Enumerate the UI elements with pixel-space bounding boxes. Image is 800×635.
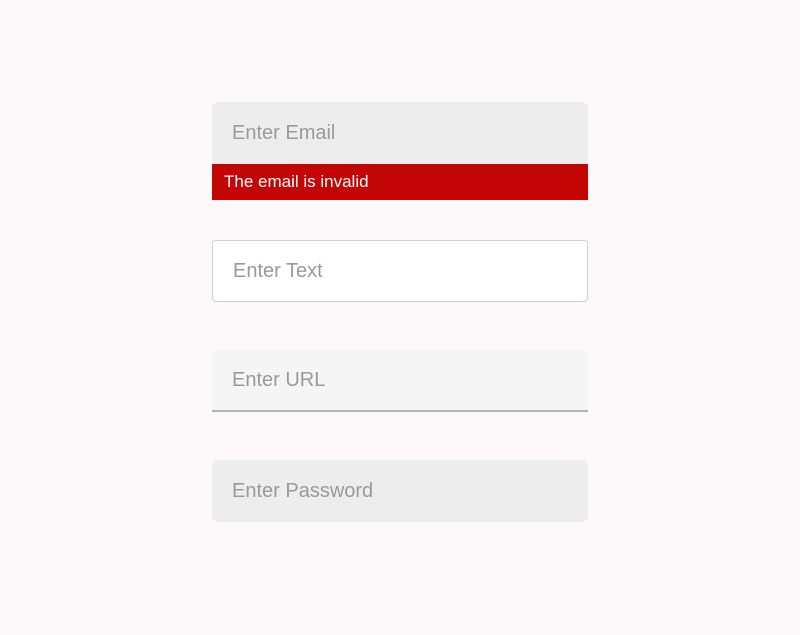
url-input[interactable]	[212, 350, 588, 412]
spacer	[212, 412, 588, 460]
email-input[interactable]	[212, 102, 588, 164]
spacer	[212, 302, 588, 350]
text-input[interactable]	[212, 240, 588, 302]
url-field-group	[212, 350, 588, 412]
password-input[interactable]	[212, 460, 588, 522]
spacer	[212, 200, 588, 240]
email-error-message: The email is invalid	[212, 164, 588, 200]
email-field-group: The email is invalid	[212, 102, 588, 200]
form-container: The email is invalid	[212, 102, 588, 522]
password-field-group	[212, 460, 588, 522]
text-field-group	[212, 240, 588, 302]
